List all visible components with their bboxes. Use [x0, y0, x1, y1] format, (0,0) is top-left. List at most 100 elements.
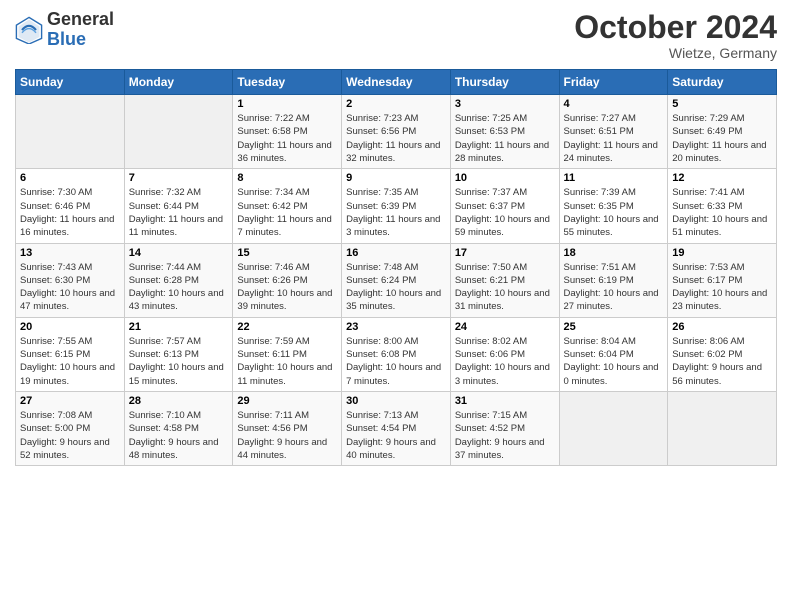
day-info: Sunrise: 7:39 AM Sunset: 6:35 PM Dayligh… [564, 186, 664, 239]
day-number: 25 [564, 321, 664, 333]
day-number: 6 [20, 172, 120, 184]
calendar-header: Sunday Monday Tuesday Wednesday Thursday… [16, 70, 777, 95]
day-number: 24 [455, 321, 555, 333]
day-number: 5 [672, 98, 772, 110]
calendar-cell: 31 Sunrise: 7:15 AM Sunset: 4:52 PM Dayli… [450, 391, 559, 465]
day-number: 13 [20, 247, 120, 259]
calendar-cell: 8 Sunrise: 7:34 AM Sunset: 6:42 PM Daylig… [233, 169, 342, 243]
calendar-cell: 24 Sunrise: 8:02 AM Sunset: 6:06 PM Dayli… [450, 317, 559, 391]
day-info: Sunrise: 7:10 AM Sunset: 4:58 PM Dayligh… [129, 409, 229, 462]
day-number: 27 [20, 395, 120, 407]
logo-icon [15, 16, 43, 44]
day-number: 28 [129, 395, 229, 407]
day-info: Sunrise: 7:11 AM Sunset: 4:56 PM Dayligh… [237, 409, 337, 462]
calendar-cell [124, 95, 233, 169]
day-info: Sunrise: 7:46 AM Sunset: 6:26 PM Dayligh… [237, 261, 337, 314]
calendar-week-3: 13Sunrise: 7:43 AM Sunset: 6:30 PM Dayli… [16, 243, 777, 317]
day-info: Sunrise: 7:41 AM Sunset: 6:33 PM Dayligh… [672, 186, 772, 239]
calendar-cell: 29 Sunrise: 7:11 AM Sunset: 4:56 PM Dayli… [233, 391, 342, 465]
calendar-cell: 3Sunrise: 7:25 AM Sunset: 6:53 PM Daylig… [450, 95, 559, 169]
day-number: 31 [455, 395, 555, 407]
calendar-cell: 14Sunrise: 7:44 AM Sunset: 6:28 PM Dayli… [124, 243, 233, 317]
calendar-cell: 28 Sunrise: 7:10 AM Sunset: 4:58 PM Dayli… [124, 391, 233, 465]
day-number: 21 [129, 321, 229, 333]
day-info: Sunrise: 7:53 AM Sunset: 6:17 PM Dayligh… [672, 261, 772, 314]
calendar-cell: 7Sunrise: 7:32 AM Sunset: 6:44 PM Daylig… [124, 169, 233, 243]
day-number: 3 [455, 98, 555, 110]
calendar-cell: 2Sunrise: 7:23 AM Sunset: 6:56 PM Daylig… [342, 95, 451, 169]
calendar-cell: 10 Sunrise: 7:37 AM Sunset: 6:37 PM Dayli… [450, 169, 559, 243]
day-number: 19 [672, 247, 772, 259]
day-info: Sunrise: 7:59 AM Sunset: 6:11 PM Dayligh… [237, 335, 337, 388]
day-info: Sunrise: 7:23 AM Sunset: 6:56 PM Dayligh… [346, 112, 446, 165]
calendar-cell: 21 Sunrise: 7:57 AM Sunset: 6:13 PM Dayli… [124, 317, 233, 391]
calendar-cell: 22 Sunrise: 7:59 AM Sunset: 6:11 PM Dayli… [233, 317, 342, 391]
day-info: Sunrise: 7:55 AM Sunset: 6:15 PM Dayligh… [20, 335, 120, 388]
day-number: 16 [346, 247, 446, 259]
day-info: Sunrise: 7:32 AM Sunset: 6:44 PM Dayligh… [129, 186, 229, 239]
header-friday: Friday [559, 70, 668, 95]
day-info: Sunrise: 7:35 AM Sunset: 6:39 PM Dayligh… [346, 186, 446, 239]
day-info: Sunrise: 7:50 AM Sunset: 6:21 PM Dayligh… [455, 261, 555, 314]
month-title: October 2024 [574, 10, 777, 45]
calendar-cell: 20 Sunrise: 7:55 AM Sunset: 6:15 PM Dayli… [16, 317, 125, 391]
day-info: Sunrise: 8:02 AM Sunset: 6:06 PM Dayligh… [455, 335, 555, 388]
calendar-cell: 4 Sunrise: 7:27 AM Sunset: 6:51 PM Daylig… [559, 95, 668, 169]
day-info: Sunrise: 7:27 AM Sunset: 6:51 PM Dayligh… [564, 112, 664, 165]
calendar-cell: 11 Sunrise: 7:39 AM Sunset: 6:35 PM Dayli… [559, 169, 668, 243]
header-monday: Monday [124, 70, 233, 95]
calendar-cell: 30Sunrise: 7:13 AM Sunset: 4:54 PM Dayli… [342, 391, 451, 465]
calendar-week-4: 20 Sunrise: 7:55 AM Sunset: 6:15 PM Dayli… [16, 317, 777, 391]
logo-blue-text: Blue [47, 30, 114, 50]
calendar-cell: 13Sunrise: 7:43 AM Sunset: 6:30 PM Dayli… [16, 243, 125, 317]
day-number: 11 [564, 172, 664, 184]
title-area: October 2024 Wietze, Germany [574, 10, 777, 61]
day-info: Sunrise: 7:34 AM Sunset: 6:42 PM Dayligh… [237, 186, 337, 239]
calendar-week-1: 1Sunrise: 7:22 AM Sunset: 6:58 PM Daylig… [16, 95, 777, 169]
day-info: Sunrise: 8:04 AM Sunset: 6:04 PM Dayligh… [564, 335, 664, 388]
day-number: 30 [346, 395, 446, 407]
day-number: 4 [564, 98, 664, 110]
day-number: 10 [455, 172, 555, 184]
calendar-cell: 15Sunrise: 7:46 AM Sunset: 6:26 PM Dayli… [233, 243, 342, 317]
calendar-cell: 19 Sunrise: 7:53 AM Sunset: 6:17 PM Dayli… [668, 243, 777, 317]
day-info: Sunrise: 7:37 AM Sunset: 6:37 PM Dayligh… [455, 186, 555, 239]
calendar-cell: 17 Sunrise: 7:50 AM Sunset: 6:21 PM Dayli… [450, 243, 559, 317]
calendar-cell: 6 Sunrise: 7:30 AM Sunset: 6:46 PM Daylig… [16, 169, 125, 243]
day-info: Sunrise: 7:15 AM Sunset: 4:52 PM Dayligh… [455, 409, 555, 462]
calendar-cell: 18Sunrise: 7:51 AM Sunset: 6:19 PM Dayli… [559, 243, 668, 317]
calendar-cell: 5 Sunrise: 7:29 AM Sunset: 6:49 PM Daylig… [668, 95, 777, 169]
day-number: 20 [20, 321, 120, 333]
calendar-cell: 9 Sunrise: 7:35 AM Sunset: 6:39 PM Daylig… [342, 169, 451, 243]
day-number: 12 [672, 172, 772, 184]
day-number: 17 [455, 247, 555, 259]
header-row: Sunday Monday Tuesday Wednesday Thursday… [16, 70, 777, 95]
day-number: 22 [237, 321, 337, 333]
page: General Blue October 2024 Wietze, German… [0, 0, 792, 476]
day-number: 29 [237, 395, 337, 407]
day-number: 1 [237, 98, 337, 110]
day-info: Sunrise: 7:57 AM Sunset: 6:13 PM Dayligh… [129, 335, 229, 388]
day-number: 14 [129, 247, 229, 259]
calendar-cell: 1Sunrise: 7:22 AM Sunset: 6:58 PM Daylig… [233, 95, 342, 169]
calendar-cell [16, 95, 125, 169]
calendar-table: Sunday Monday Tuesday Wednesday Thursday… [15, 69, 777, 466]
day-info: Sunrise: 7:29 AM Sunset: 6:49 PM Dayligh… [672, 112, 772, 165]
calendar-cell: 12 Sunrise: 7:41 AM Sunset: 6:33 PM Dayli… [668, 169, 777, 243]
header-wednesday: Wednesday [342, 70, 451, 95]
header-sunday: Sunday [16, 70, 125, 95]
calendar-body: 1Sunrise: 7:22 AM Sunset: 6:58 PM Daylig… [16, 95, 777, 466]
day-number: 9 [346, 172, 446, 184]
day-number: 23 [346, 321, 446, 333]
logo-general-text: General [47, 10, 114, 30]
header: General Blue October 2024 Wietze, German… [15, 10, 777, 61]
calendar-cell [668, 391, 777, 465]
day-info: Sunrise: 7:08 AM Sunset: 5:00 PM Dayligh… [20, 409, 120, 462]
day-info: Sunrise: 7:30 AM Sunset: 6:46 PM Dayligh… [20, 186, 120, 239]
header-thursday: Thursday [450, 70, 559, 95]
day-number: 8 [237, 172, 337, 184]
day-info: Sunrise: 7:48 AM Sunset: 6:24 PM Dayligh… [346, 261, 446, 314]
calendar-cell: 27 Sunrise: 7:08 AM Sunset: 5:00 PM Dayli… [16, 391, 125, 465]
calendar-cell: 16 Sunrise: 7:48 AM Sunset: 6:24 PM Dayli… [342, 243, 451, 317]
header-tuesday: Tuesday [233, 70, 342, 95]
